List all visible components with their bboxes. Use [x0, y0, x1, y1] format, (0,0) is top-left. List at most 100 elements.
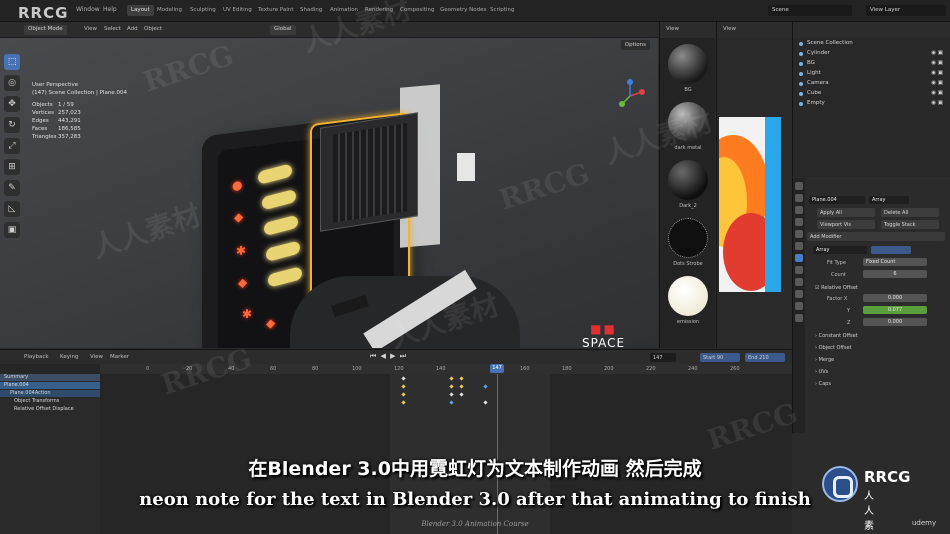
modifier-tab-icon[interactable]	[795, 254, 803, 262]
channel-summary[interactable]: Summary	[0, 374, 100, 381]
3d-viewport[interactable]: Object Mode View Select Add Object Globa…	[0, 22, 658, 348]
timeline-menu-marker[interactable]: Marker	[110, 354, 129, 360]
workspace-tab-animation[interactable]: Animation	[326, 5, 362, 16]
workspace-tab-shading[interactable]: Shading	[296, 5, 326, 16]
navigation-gizmo-icon[interactable]	[612, 78, 648, 114]
viewport-menu-object[interactable]: Object	[144, 26, 162, 32]
factor-x-field[interactable]: 0.000	[863, 294, 927, 302]
fit-type-dropdown[interactable]: Fixed Count	[863, 258, 927, 266]
channel-fcurve[interactable]: Relative Offset Displace	[0, 406, 100, 413]
workspace-tab-texture-paint[interactable]: Texture Paint	[254, 5, 298, 16]
scene-selector[interactable]: Scene	[768, 5, 852, 16]
visibility-eye-icon[interactable]: ◉ ▣	[931, 80, 943, 86]
measure-icon[interactable]: ◺	[4, 201, 20, 217]
options-button[interactable]: Options	[620, 40, 650, 50]
orientation-dropdown[interactable]: Global	[270, 25, 296, 35]
caps-section[interactable]: › Caps	[807, 378, 949, 390]
toggle-stack-button[interactable]: Toggle Stack	[881, 220, 939, 229]
object-offset-section[interactable]: › Object Offset	[807, 342, 949, 354]
add-cube-icon[interactable]: ▣	[4, 222, 20, 238]
uvs-section[interactable]: › UVs	[807, 366, 949, 378]
select-box-icon[interactable]: ⬚	[4, 54, 20, 70]
timeline-menu-keying[interactable]: Keying	[60, 354, 78, 360]
visibility-eye-icon[interactable]: ◉ ▣	[931, 60, 943, 66]
delete-all-button[interactable]: Delete All	[881, 208, 939, 217]
modifier-toggles[interactable]	[871, 246, 911, 254]
material-item[interactable]: Dark_2	[667, 160, 709, 209]
annotate-icon[interactable]: ✎	[4, 180, 20, 196]
material-item[interactable]: Dots Strobe	[667, 218, 709, 267]
constant-offset-section[interactable]: › Constant Offset	[807, 330, 949, 342]
view-layer-selector[interactable]: View Layer	[866, 5, 946, 16]
relative-offset-section[interactable]: ☑ Relative Offset	[807, 282, 949, 294]
output-tab-icon[interactable]	[795, 206, 803, 214]
transform-icon[interactable]: ⊞	[4, 159, 20, 175]
playback-controls[interactable]: ⏮ ◀ ▶ ⏭	[370, 352, 407, 362]
timeline-menu-view[interactable]: View	[90, 354, 103, 360]
channel-group[interactable]: Object Transforms	[0, 398, 100, 405]
object-name-field[interactable]: Plane.004	[809, 196, 865, 204]
workspace-tab-compositing[interactable]: Compositing	[396, 5, 438, 16]
workspace-tab-uv-editing[interactable]: UV Editing	[219, 5, 256, 16]
outliner-row[interactable]: Scene Collection	[797, 40, 949, 48]
timeline-menu-playback[interactable]: Playback	[24, 354, 49, 360]
workspace-tab-scripting[interactable]: Scripting	[486, 5, 518, 16]
material-item[interactable]: dark metal	[667, 102, 709, 151]
add-modifier-button[interactable]: Add Modifier	[807, 232, 945, 241]
visibility-eye-icon[interactable]: ◉ ▣	[931, 90, 943, 96]
modifier-name-field[interactable]: Array	[813, 246, 867, 254]
mode-dropdown[interactable]: Object Mode	[24, 25, 67, 35]
viewport-vis-button[interactable]: Viewport Vis	[817, 220, 875, 229]
factor-z-field[interactable]: 0.000	[863, 318, 927, 326]
outliner-row[interactable]: Camera ◉ ▣	[797, 80, 949, 88]
end-frame-field[interactable]: End 210	[745, 353, 785, 362]
visibility-eye-icon[interactable]: ◉ ▣	[931, 70, 943, 76]
world-tab-icon[interactable]	[795, 230, 803, 238]
modifier-context-field[interactable]: Array	[869, 196, 909, 204]
factor-y-field[interactable]: 0.077	[863, 306, 927, 314]
particles-tab-icon[interactable]	[795, 266, 803, 274]
outliner-row[interactable]: Cube ◉ ▣	[797, 90, 949, 98]
move-icon[interactable]: ✥	[4, 96, 20, 112]
material-item[interactable]: BG	[667, 44, 709, 93]
visibility-eye-icon[interactable]: ◉ ▣	[931, 50, 943, 56]
outliner-row[interactable]: BG ◉ ▣	[797, 60, 949, 68]
data-tab-icon[interactable]	[795, 302, 803, 310]
current-frame-indicator[interactable]: 147	[490, 364, 504, 373]
outliner-row[interactable]: Light ◉ ▣	[797, 70, 949, 78]
apply-all-button[interactable]: Apply All	[817, 208, 875, 217]
render-tab-icon[interactable]	[795, 194, 803, 202]
outliner-row[interactable]: Empty ◉ ▣	[797, 100, 949, 108]
frame-ruler[interactable]: 0 20 40 60 80 100 120 140 160 180 200 22…	[100, 364, 792, 374]
menu-window[interactable]: Window	[76, 6, 100, 13]
current-frame-field[interactable]: 147	[650, 353, 676, 362]
viewport-menu-add[interactable]: Add	[127, 26, 138, 32]
viewport-menu-view[interactable]: View	[84, 26, 97, 32]
properties-editor[interactable]: Plane.004 Array Apply All Delete All Vie…	[792, 178, 950, 433]
image-editor-header[interactable]: View	[717, 22, 791, 38]
rotate-icon[interactable]: ↻	[4, 117, 20, 133]
outliner-row[interactable]: Cylinder ◉ ▣	[797, 50, 949, 58]
merge-section[interactable]: › Merge	[807, 354, 949, 366]
visibility-eye-icon[interactable]: ◉ ▣	[931, 100, 943, 106]
channel-action[interactable]: Plane.004Action	[0, 390, 100, 397]
workspace-tab-rendering[interactable]: Rendering	[361, 5, 397, 16]
scale-icon[interactable]: ⤢	[4, 138, 20, 154]
scene-tab-icon[interactable]	[795, 218, 803, 226]
material-tab-icon[interactable]	[795, 314, 803, 322]
workspace-tab-layout[interactable]: Layout	[127, 5, 154, 16]
workspace-tab-sculpting[interactable]: Sculpting	[186, 5, 220, 16]
physics-tab-icon[interactable]	[795, 278, 803, 286]
channel-object[interactable]: Plane.004	[0, 382, 100, 389]
material-item[interactable]: emission	[667, 276, 709, 325]
asset-browser-header[interactable]: View	[660, 22, 716, 38]
tool-tab-icon[interactable]	[795, 182, 803, 190]
start-frame-field[interactable]: Start 90	[700, 353, 740, 362]
cursor-icon[interactable]: ◎	[4, 75, 20, 91]
viewport-menu-select[interactable]: Select	[104, 26, 121, 32]
workspace-tab-modeling[interactable]: Modeling	[153, 5, 186, 16]
workspace-tab-geometry-nodes[interactable]: Geometry Nodes	[436, 5, 490, 16]
count-field[interactable]: 6	[863, 270, 927, 278]
image-editor[interactable]: View	[716, 22, 791, 348]
object-tab-icon[interactable]	[795, 242, 803, 250]
